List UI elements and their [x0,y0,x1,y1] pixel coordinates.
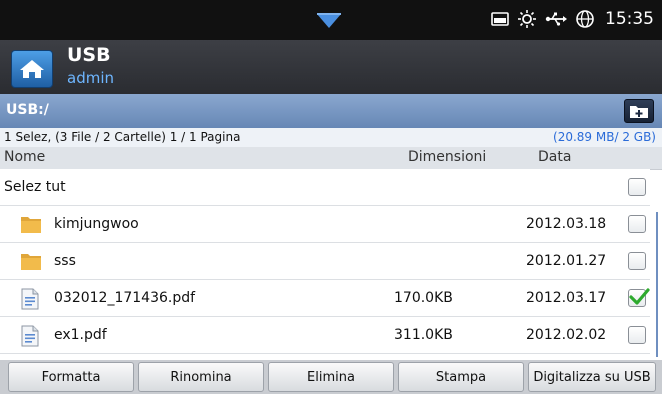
scrollbar-thumb[interactable] [656,212,658,357]
file-name: ex1.pdf [54,327,107,343]
storage-usage: (20.89 MB/ 2 GB) [553,130,656,144]
sun-icon [518,10,536,28]
usb-icon [545,12,567,26]
folder-icon [21,217,41,233]
row-checkbox[interactable] [628,326,646,344]
select-all-checkbox[interactable] [628,178,646,196]
app-header: USB admin [0,40,662,94]
document-icon [21,325,39,347]
file-date: 2012.01.27 [526,253,607,269]
info-bar: 1 Selez, (3 File / 2 Cartelle) 1 / 1 Pag… [0,128,662,147]
list-item[interactable]: kimjungwoo 2012.03.18 [0,206,650,243]
new-folder-button[interactable] [624,99,654,123]
row-checkbox[interactable] [628,252,646,270]
file-date: 2012.03.17 [526,290,607,306]
select-all-label: Selez tut [4,179,66,195]
current-path: USB:/ [6,102,49,118]
usb-file-browser-screen: 15:35 USB admin USB:/ 1 Selez, (3 File /… [0,0,662,394]
delete-button[interactable]: Elimina [268,362,394,392]
selection-summary: 1 Selez, (3 File / 2 Cartelle) 1 / 1 Pag… [4,130,241,144]
file-name: sss [54,253,76,269]
format-button[interactable]: Formatta [8,362,134,392]
select-all-row[interactable]: Selez tut [0,169,650,206]
new-folder-icon [630,106,648,118]
checkmark-icon [629,288,650,305]
list-item[interactable]: sss 2012.01.27 [0,243,650,280]
home-button[interactable] [11,50,53,88]
file-date: 2012.03.18 [526,216,607,232]
clock: 15:35 [605,9,654,29]
document-icon [21,288,39,310]
column-date[interactable]: Data [538,149,571,165]
row-checkbox-checked[interactable] [628,288,650,307]
row-checkbox[interactable] [628,215,646,233]
path-bar: USB:/ [0,94,662,128]
list-item[interactable]: ex1.pdf 311.0KB 2012.02.02 [0,317,650,354]
rename-button[interactable]: Rinomina [138,362,264,392]
dropdown-tab-icon[interactable] [313,10,345,32]
globe-icon [576,10,594,28]
list-item[interactable]: 032012_171436.pdf 170.0KB 2012.03.17 [0,280,650,317]
file-size: 170.0KB [394,290,453,306]
column-size[interactable]: Dimensioni [408,149,486,165]
file-date: 2012.02.02 [526,327,607,343]
home-icon [20,60,44,78]
action-bar: Formatta Rinomina Elimina Stampa Digital… [0,360,662,394]
column-name[interactable]: Nome [4,149,45,165]
page-title: USB [67,44,111,66]
file-name: kimjungwoo [54,216,139,232]
scan-to-usb-button[interactable]: Digitalizza su USB [528,362,656,392]
toner-icon [491,12,509,26]
print-button[interactable]: Stampa [398,362,524,392]
file-name: 032012_171436.pdf [54,290,196,306]
folder-icon [21,254,41,270]
user-name: admin [67,69,114,87]
file-size: 311.0KB [394,327,453,343]
column-header: Nome Dimensioni Data [0,147,662,170]
status-bar: 15:35 [0,0,662,40]
status-icons: 15:35 [491,9,654,29]
